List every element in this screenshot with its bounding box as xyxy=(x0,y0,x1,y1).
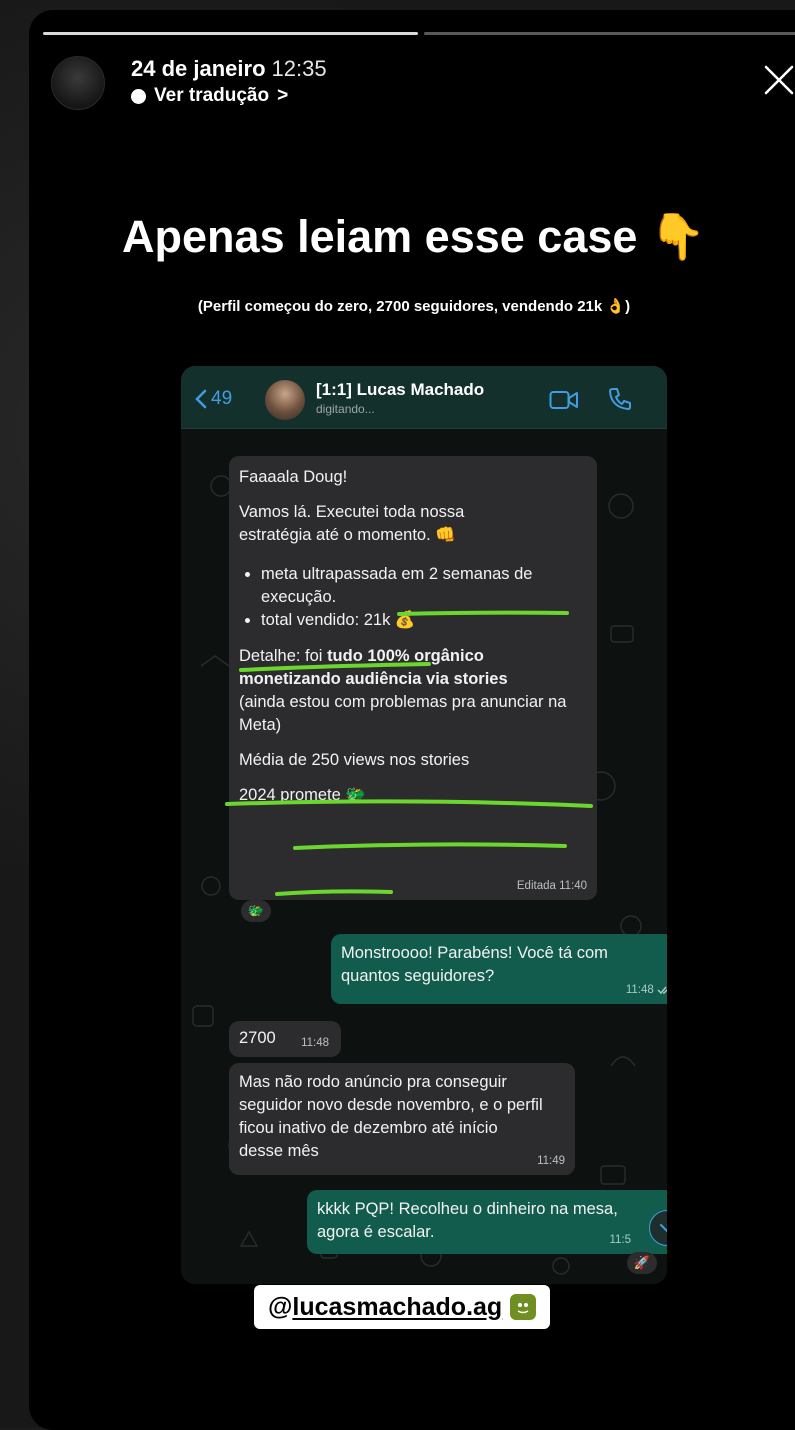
message-bubble-outgoing: kkkk PQP! Recolheu o dinheiro na mesa, a… xyxy=(307,1190,667,1254)
title-text: Apenas leiam esse case xyxy=(122,211,638,262)
message-views: Média de 250 views nos stories xyxy=(239,750,470,769)
chevron-down-icon xyxy=(660,1224,667,1233)
time-text: 12:35 xyxy=(271,56,327,81)
time-value: 11:48 xyxy=(625,983,654,996)
chat-header: 49 [1:1] Lucas Machado digitando... xyxy=(181,366,667,429)
back-count: 49 xyxy=(211,388,233,409)
story-frame: 24 de janeiro 12:35 Ver tradução > Apenas… xyxy=(29,10,795,1430)
handle-at: @ xyxy=(268,1292,293,1321)
message-time: 11:48 xyxy=(301,1036,329,1049)
bullet-item: total vendido: 21k 💰 xyxy=(261,609,587,632)
video-call-icon[interactable] xyxy=(549,390,579,410)
chevron-right-icon: > xyxy=(277,85,289,106)
contact-name[interactable]: [1:1] Lucas Machado xyxy=(316,380,484,400)
story-subtitle: (Perfil começou do zero, 2700 seguidores… xyxy=(197,298,631,315)
see-translation-link[interactable]: Ver tradução > xyxy=(131,85,288,107)
message-text: Monstroooo! Parabéns! Você tá com quanto… xyxy=(341,944,608,986)
message-bubble-incoming: Mas não rodo anúncio pra conseguir segui… xyxy=(229,1063,575,1175)
chevron-left-icon xyxy=(195,389,207,409)
date-text: 24 de janeiro xyxy=(131,56,266,81)
story-title: Apenas leiam esse case 👇 xyxy=(29,210,795,263)
chat-screenshot: 49 [1:1] Lucas Machado digitando... Faaa… xyxy=(181,366,667,1284)
message-reaction[interactable]: 🐲 xyxy=(241,900,271,922)
progress-segment-2 xyxy=(424,32,795,35)
profile-avatar[interactable] xyxy=(51,56,105,110)
message-line: Vamos lá. Executei toda nossa xyxy=(239,503,465,522)
message-time: 11:49 xyxy=(537,1154,565,1167)
message-reaction[interactable]: 🚀 xyxy=(627,1252,657,1274)
pointing-down-emoji: 👇 xyxy=(649,211,706,262)
contact-status: digitando... xyxy=(316,402,375,416)
phone-icon[interactable] xyxy=(607,386,633,412)
message-line: estratégia até o momento. 👊 xyxy=(239,526,456,545)
handle-name: lucasmachado.ag xyxy=(292,1292,503,1321)
story-date: 24 de janeiro 12:35 xyxy=(131,56,327,82)
message-detail: Detalhe: foi tudo 100% orgânico monetiza… xyxy=(239,645,587,691)
back-button[interactable]: 49 xyxy=(195,388,232,410)
message-time: Editada 11:40 xyxy=(516,879,587,892)
message-bubble-outgoing: Monstroooo! Parabéns! Você tá com quanto… xyxy=(331,934,667,1004)
message-bubble-incoming: 2700 11:48 xyxy=(229,1021,341,1057)
bullet-item: meta ultrapassada em 2 semanas de execuç… xyxy=(261,563,587,609)
message-text: Mas não rodo anúncio pra conseguir segui… xyxy=(239,1073,543,1161)
message-bullet-list: meta ultrapassada em 2 semanas de execuç… xyxy=(239,563,587,632)
see-translation-label: Ver tradução xyxy=(154,85,270,106)
close-icon[interactable] xyxy=(761,62,795,98)
dragon-icon xyxy=(510,1294,537,1320)
story-progress xyxy=(43,32,795,35)
contact-avatar[interactable] xyxy=(265,380,305,420)
story-header: 24 de janeiro 12:35 Ver tradução > xyxy=(51,52,795,112)
message-bubble-incoming: Faaaala Doug! Vamos lá. Executei toda no… xyxy=(229,456,597,900)
progress-segment-1 xyxy=(43,32,418,35)
message-greeting: Faaaala Doug! xyxy=(239,468,348,486)
message-text: 2700 xyxy=(239,1029,276,1047)
message-promete: 2024 promete 🐲 xyxy=(239,786,366,805)
read-check-icon xyxy=(657,986,667,994)
detail-suffix: (ainda estou com problemas pra anunciar … xyxy=(239,692,567,734)
mention-sticker[interactable]: @lucasmachado.ag xyxy=(254,1285,551,1329)
detail-prefix: Detalhe: foi xyxy=(239,646,328,665)
message-time: 11:5 xyxy=(609,1233,631,1246)
translate-dot-icon xyxy=(131,88,146,104)
message-time: 11:48 xyxy=(626,982,667,998)
handle-text: @lucasmachado.ag xyxy=(268,1293,502,1322)
